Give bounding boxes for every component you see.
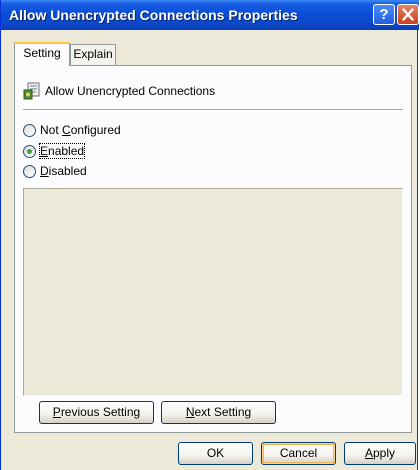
- close-button[interactable]: [397, 4, 419, 25]
- policy-name: Allow Unencrypted Connections: [45, 84, 216, 98]
- help-button[interactable]: ?: [373, 4, 395, 25]
- radio-not-configured-label: Not Configured: [40, 123, 121, 137]
- radio-circle[interactable]: [23, 145, 36, 158]
- ok-button[interactable]: OK: [178, 442, 253, 465]
- separator: [23, 109, 403, 111]
- tab-setting[interactable]: Setting: [14, 42, 70, 66]
- radio-circle[interactable]: [23, 124, 36, 137]
- cancel-button[interactable]: Cancel: [261, 442, 336, 465]
- radio-enabled-label: Enabled: [38, 143, 86, 159]
- title-bar[interactable]: Allow Unencrypted Connections Properties…: [1, 0, 419, 30]
- tab-explain-label: Explain: [73, 47, 113, 61]
- help-icon: ?: [379, 6, 389, 23]
- setting-options-area: [23, 188, 403, 396]
- radio-circle[interactable]: [23, 165, 36, 178]
- radio-disabled-label: Disabled: [40, 164, 87, 178]
- tab-setting-label: Setting: [23, 46, 61, 60]
- properties-dialog: Allow Unencrypted Connections Properties…: [0, 0, 419, 470]
- tab-explain[interactable]: Explain: [70, 44, 116, 65]
- apply-button[interactable]: Apply: [344, 442, 416, 465]
- policy-setting-icon: [23, 82, 40, 100]
- radio-selected-dot: [27, 149, 32, 154]
- window-title: Allow Unencrypted Connections Properties: [9, 7, 298, 23]
- next-setting-button[interactable]: Next Setting: [161, 401, 276, 424]
- previous-setting-button[interactable]: Previous Setting: [39, 401, 154, 424]
- close-icon: [402, 8, 414, 21]
